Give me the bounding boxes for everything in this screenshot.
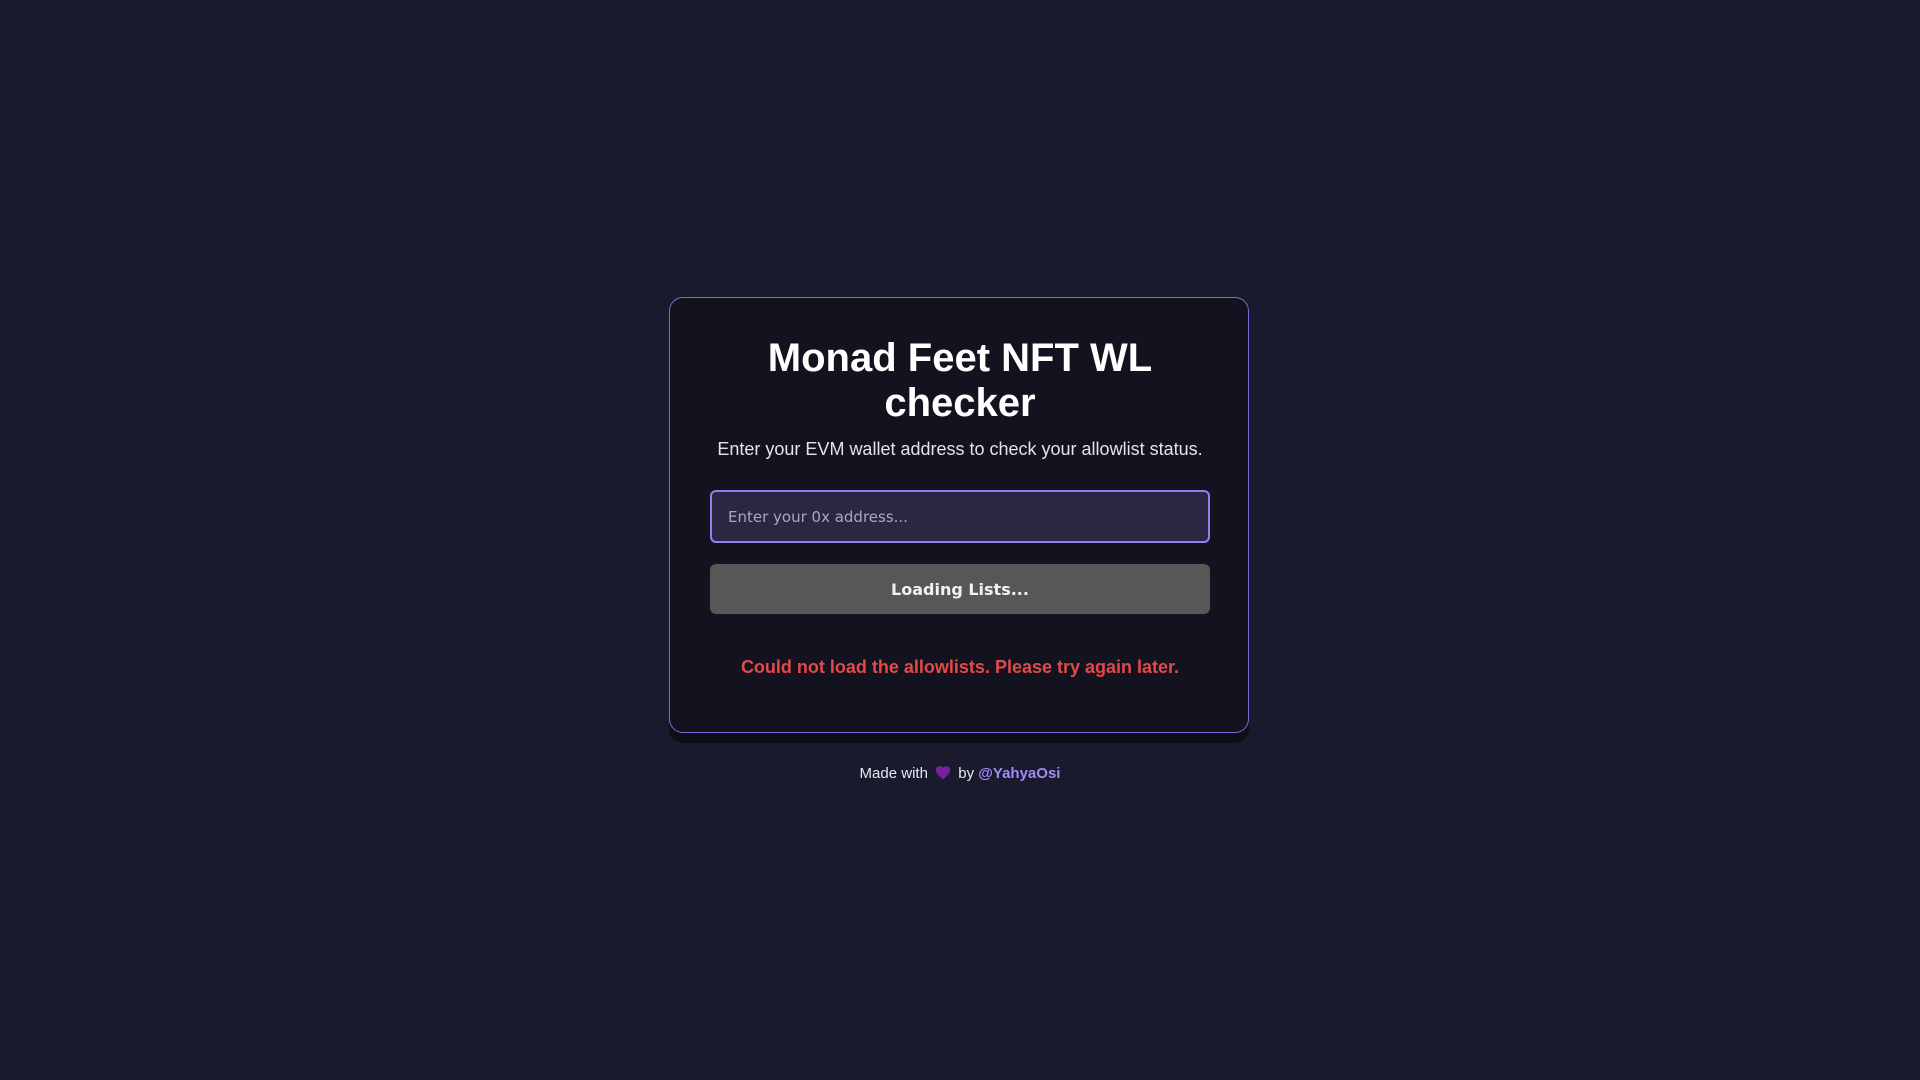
footer: Made with by @YahyaOsi bbox=[0, 763, 1920, 787]
page-subtitle: Enter your EVM wallet address to check y… bbox=[717, 439, 1203, 459]
wallet-address-input[interactable] bbox=[710, 490, 1210, 543]
checker-card: Monad Feet NFT WL checker Enter your EVM… bbox=[669, 297, 1249, 733]
footer-by: by bbox=[958, 765, 975, 782]
error-message: Could not load the allowlists. Please tr… bbox=[740, 657, 1180, 677]
author-link[interactable]: @YahyaOsi bbox=[978, 765, 1060, 782]
footer-prefix: Made with bbox=[859, 765, 928, 782]
check-allowlist-button[interactable]: Loading Lists... bbox=[710, 564, 1210, 614]
page-title: Monad Feet NFT WL checker bbox=[767, 336, 1153, 425]
purple-heart-icon bbox=[934, 764, 952, 787]
